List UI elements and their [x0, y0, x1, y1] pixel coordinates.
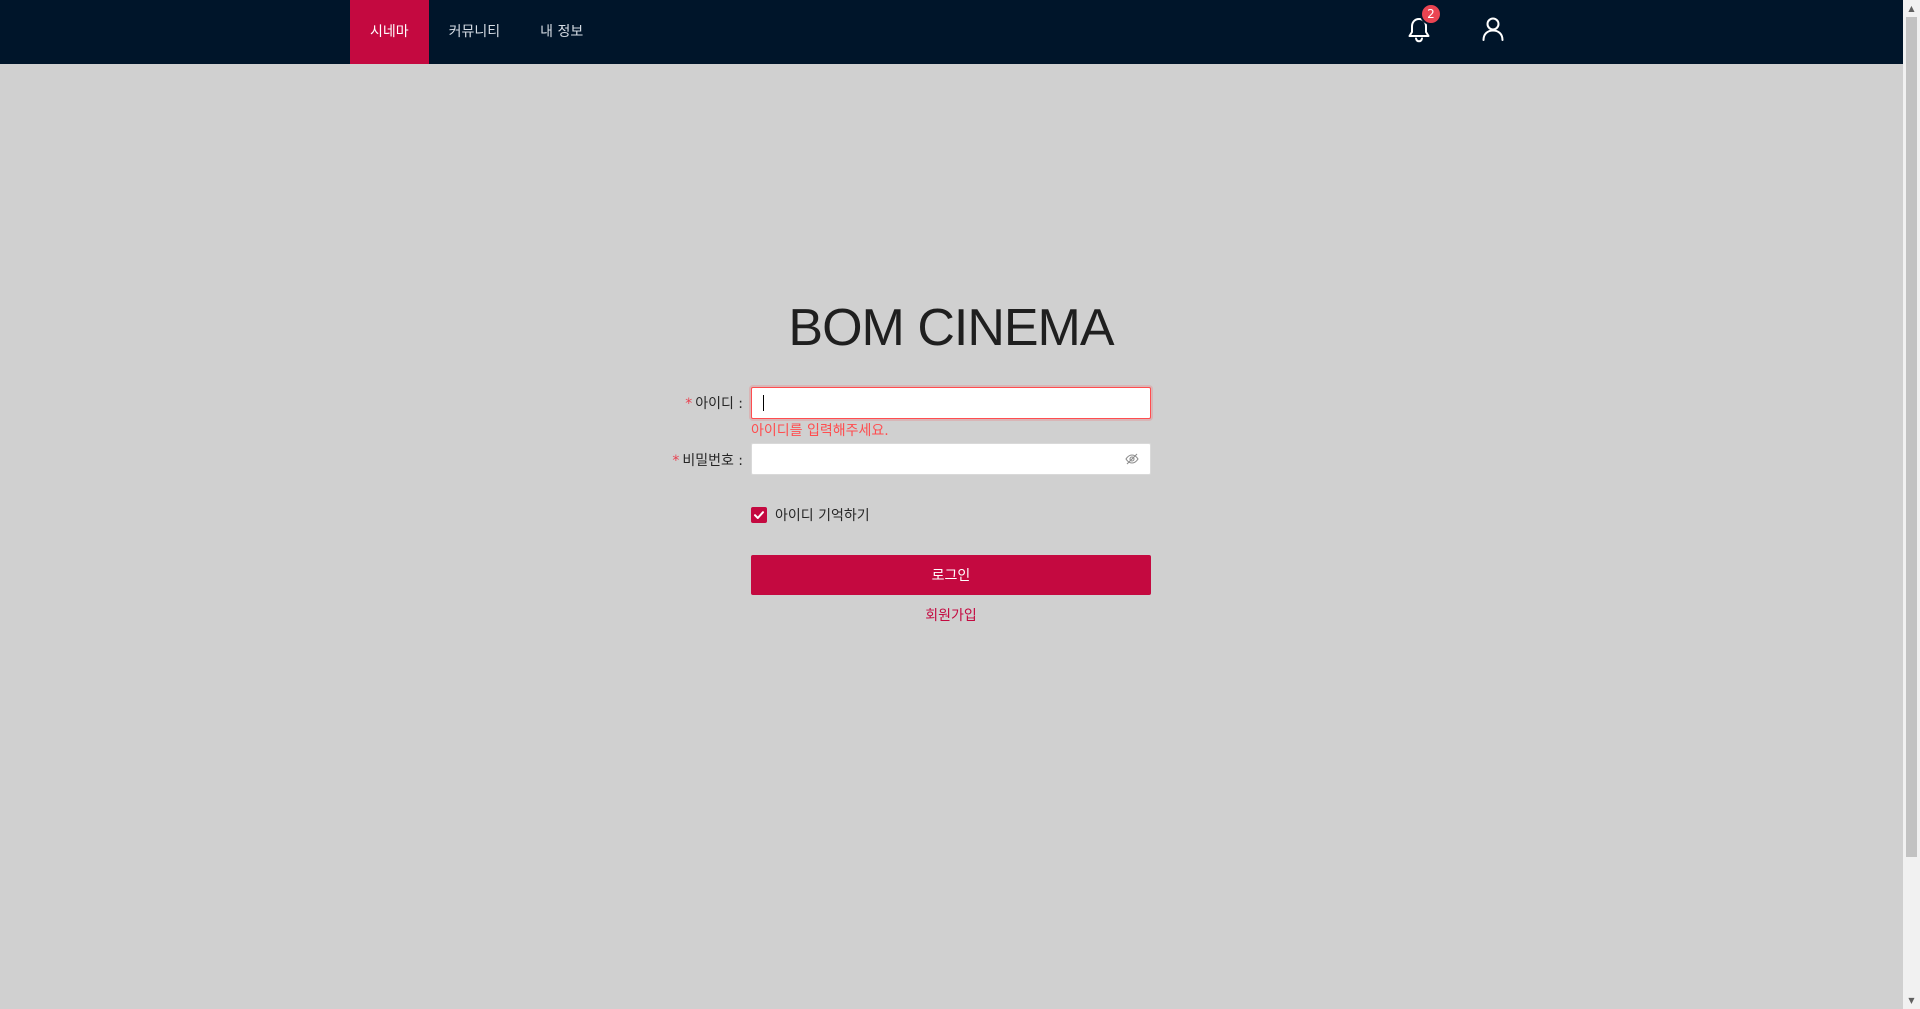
notification-count-badge: 2	[1420, 3, 1442, 25]
password-label-text: 비밀번호 :	[682, 453, 743, 469]
login-button[interactable]: 로그인	[751, 555, 1151, 595]
site-logo-title: BOM CINEMA	[788, 299, 1114, 357]
user-menu-button[interactable]	[1481, 16, 1505, 42]
scroll-down-arrow-icon[interactable]: ▼	[1903, 992, 1920, 1009]
nav-item-community[interactable]: 커뮤니티	[429, 0, 521, 64]
eye-invisible-icon	[1125, 453, 1139, 465]
id-label-text: 아이디 :	[695, 396, 743, 412]
remember-id-checkbox[interactable]	[751, 507, 767, 523]
checkmark-icon	[754, 511, 764, 519]
id-field-wrapper	[751, 387, 1151, 419]
id-field-label: * 아이디 :	[543, 393, 743, 413]
vertical-scrollbar[interactable]: ▲ ▼	[1903, 0, 1920, 1009]
password-field-wrapper	[751, 443, 1151, 475]
notifications-button[interactable]: 2	[1406, 3, 1442, 44]
required-mark: *	[672, 453, 680, 469]
text-cursor	[763, 395, 764, 411]
top-navigation-bar: 시네마 커뮤니티 내 정보 2	[0, 0, 1903, 64]
scroll-up-arrow-icon[interactable]: ▲	[1903, 0, 1920, 17]
nav-item-cinema[interactable]: 시네마	[350, 0, 429, 64]
nav-item-my-info[interactable]: 내 정보	[520, 0, 603, 64]
remember-id-label[interactable]: 아이디 기억하기	[775, 505, 870, 525]
id-error-message: 아이디를 입력해주세요.	[751, 423, 889, 439]
scrollbar-thumb[interactable]	[1906, 17, 1917, 857]
user-icon	[1482, 17, 1504, 41]
password-visibility-toggle[interactable]	[1125, 452, 1139, 466]
main-nav: 시네마 커뮤니티 내 정보	[350, 0, 603, 64]
password-field-label: * 비밀번호 :	[543, 450, 743, 470]
id-input[interactable]	[752, 388, 1150, 418]
signup-link[interactable]: 회원가입	[751, 605, 1151, 625]
password-input[interactable]	[752, 444, 1150, 474]
required-mark: *	[685, 396, 693, 412]
